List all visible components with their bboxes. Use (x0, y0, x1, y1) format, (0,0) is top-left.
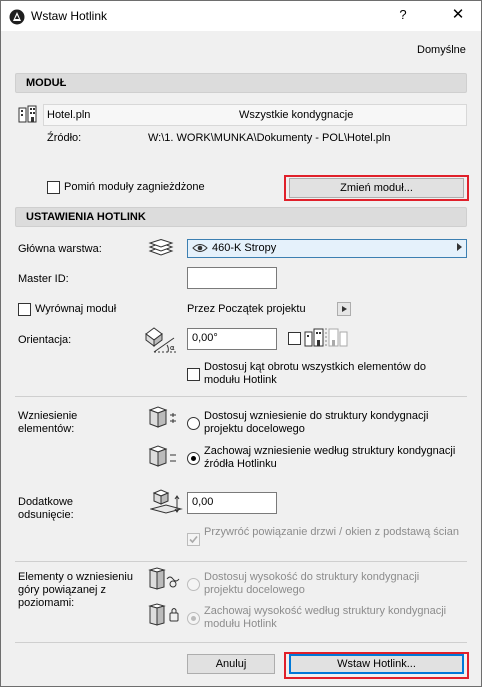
skip-nested-checkbox[interactable] (47, 181, 60, 194)
skip-nested-label: Pomiń moduły zagnieżdżone (64, 181, 205, 193)
adjust-rotation-checkbox[interactable] (187, 368, 200, 381)
master-id-label: Master ID: (18, 273, 69, 285)
source-path: W:\1. WORK\MUNKA\Dokumenty - POL\Hotel.p… (148, 132, 391, 144)
module-section-header: MODUŁ (15, 73, 467, 93)
align-popup-button[interactable] (337, 302, 351, 316)
mirror-checkbox[interactable] (288, 332, 301, 345)
orientation-angle-icon: α (145, 327, 178, 353)
separator-2 (15, 561, 467, 562)
align-module-label: Wyrównaj moduł (35, 303, 117, 315)
mirror-buildings-icon (304, 328, 348, 348)
elevation-keep-label: Zachowaj wzniesienie według struktury ko… (204, 445, 456, 470)
elevation-keep-radio[interactable] (187, 452, 200, 465)
svg-text:α: α (170, 344, 175, 352)
defaults-link[interactable]: Domyślne (417, 44, 466, 56)
top-linked-keep-icon (148, 603, 179, 626)
close-button[interactable]: ✕ (446, 5, 470, 23)
adjust-rotation-label: Dostosuj kąt obrotu wszystkich elementów… (204, 361, 426, 386)
top-linked-adjust-label: Dostosuj wysokość do struktury kondygnac… (204, 571, 420, 596)
align-value: Przez Początek projektu (187, 303, 306, 315)
window-title: Wstaw Hotlink (31, 9, 108, 23)
separator-3 (15, 642, 467, 643)
orientation-input[interactable]: 0,00° (187, 328, 277, 350)
master-id-input[interactable] (187, 267, 277, 289)
elevation-adjust-icon (148, 406, 176, 428)
offset-label: Dodatkowe odsunięcie: (18, 496, 74, 521)
elevation-label: Wzniesienie elementów: (18, 410, 78, 435)
layers-icon (148, 239, 174, 256)
dialog-window: Wstaw Hotlink ? ✕ Domyślne MODUŁ Hotel.p… (0, 0, 482, 687)
check-mark-icon (189, 535, 198, 544)
source-label: Źródło: (47, 132, 82, 144)
top-linked-label: Elementy o wzniesieniu góry powiązanej z… (18, 571, 133, 609)
separator-1 (15, 396, 467, 397)
eye-icon (192, 244, 208, 252)
elevation-keep-icon (148, 445, 176, 467)
main-layer-label: Główna warstwa: (18, 243, 102, 255)
offset-icon (150, 489, 183, 514)
top-linked-adjust-icon (148, 567, 180, 590)
place-hotlink-button[interactable]: Wstaw Hotlink... (289, 654, 464, 674)
orientation-label: Orientacja: (18, 334, 72, 346)
settings-section-header: USTAWIENIA HOTLINK (15, 207, 467, 227)
cancel-button[interactable]: Anuluj (187, 654, 275, 674)
select-arrow-icon (457, 243, 462, 251)
offset-input[interactable]: 0,00 (187, 492, 277, 514)
module-file-icon (18, 105, 37, 123)
align-module-checkbox[interactable] (18, 303, 31, 316)
elevation-adjust-label: Dostosuj wzniesienie do struktury kondyg… (204, 410, 429, 435)
change-module-button[interactable]: Zmień moduł... (289, 178, 464, 198)
elevation-adjust-radio[interactable] (187, 417, 200, 430)
main-layer-value: 460-K Stropy (212, 242, 277, 254)
top-linked-keep-radio[interactable] (187, 612, 200, 625)
top-linked-adjust-radio[interactable] (187, 578, 200, 591)
help-button[interactable]: ? (393, 7, 413, 22)
module-file-name: Hotel.pln (47, 109, 91, 121)
module-stories: Wszystkie kondygnacje (239, 109, 354, 121)
restore-link-label: Przywróć powiązanie drzwi / okien z pods… (204, 526, 459, 538)
title-bar: Wstaw Hotlink ? ✕ (1, 1, 481, 31)
archicad-app-icon (9, 9, 25, 25)
top-linked-keep-label: Zachowaj wysokość według struktury kondy… (204, 605, 447, 630)
